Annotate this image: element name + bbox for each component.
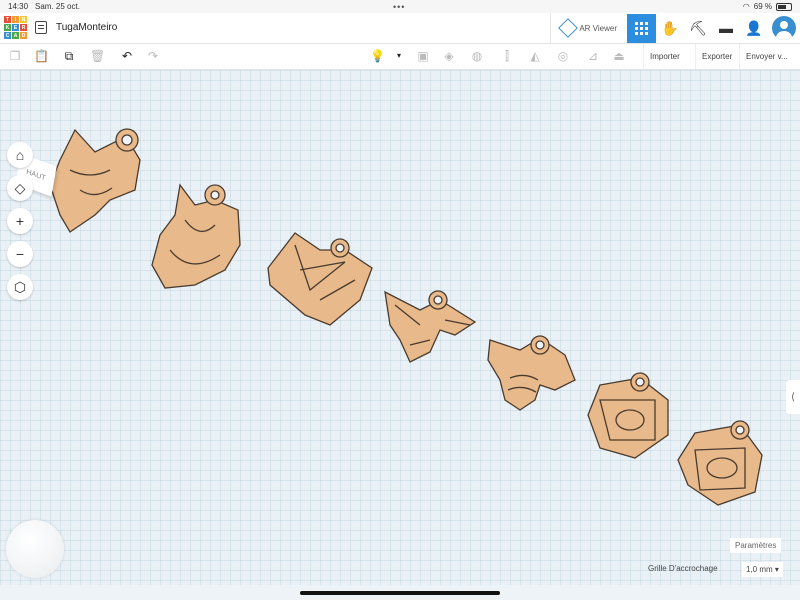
fox-head-keychain[interactable] (49, 128, 141, 233)
duplicate-icon[interactable]: ⧉ (62, 49, 76, 63)
hexagon-bee-keychain[interactable] (587, 372, 669, 459)
codeblocks-button[interactable]: ✋ (656, 13, 684, 43)
bricks-button[interactable]: ▬ (712, 13, 740, 43)
shapes-layer (49, 128, 763, 506)
wifi-icon: ◠ (742, 2, 750, 11)
chevron-left-icon: ⟨ (791, 391, 795, 403)
ar-viewer-label: AR Viewer (579, 23, 617, 33)
avatar[interactable] (772, 16, 796, 40)
status-time: 14:30 (8, 2, 29, 11)
ar-cube-icon (558, 18, 579, 38)
brick-icon: ▬ (719, 20, 733, 36)
minus-icon: − (15, 246, 25, 262)
send-to-button[interactable]: Envoyer v... (739, 44, 794, 69)
cruise-icon[interactable]: ◎ (556, 49, 570, 63)
battery-icon (776, 2, 792, 11)
snap-grid-select[interactable]: 1,0 mm ▾ (742, 562, 783, 577)
copy-icon[interactable]: ❐ (8, 49, 22, 63)
home-indicator[interactable] (300, 591, 500, 595)
logo-letter: E (12, 24, 19, 31)
sim-lab-button[interactable]: ⛏ (684, 13, 712, 43)
add-user-button[interactable]: 👤 (740, 13, 768, 43)
grid-icon (635, 21, 648, 35)
parameters-button[interactable]: Paramètres (730, 538, 782, 553)
logo-letter: T (4, 16, 11, 23)
status-bar: 14:30 Sam. 25 oct. ••• ◠ 69 % (0, 0, 800, 13)
fit-icon: ◇ (14, 179, 26, 196)
top-bar: TIN KER CAD TugaMonteiro AR Viewer ✋ ⛏ ▬ 👤 (0, 13, 800, 44)
pickaxe-icon: ⛏ (689, 19, 707, 36)
export-button[interactable]: Exporter (695, 44, 738, 69)
light-bulb-icon[interactable]: 💡 (370, 49, 385, 63)
logo-letter: K (4, 24, 11, 31)
tinkercad-logo[interactable]: TIN KER CAD (4, 16, 27, 39)
geometric-fox-keychain[interactable] (267, 232, 373, 326)
group-icon[interactable]: ▣ (416, 49, 430, 63)
shapes-panel-toggle[interactable]: ⟨ (786, 380, 800, 414)
logo-letter: C (4, 32, 11, 39)
paste-icon[interactable]: 📋 (34, 49, 49, 63)
logo-letter: I (12, 16, 19, 23)
home-icon: ⌂ (15, 147, 25, 163)
logo-letter: D (20, 32, 27, 39)
zoom-out-button[interactable]: − (7, 241, 33, 267)
status-date: Sam. 25 oct. (35, 2, 80, 11)
notes-dropdown-icon[interactable]: ▾ (392, 49, 406, 63)
logo-letter: R (20, 24, 27, 31)
3d-design-view-button[interactable] (627, 13, 656, 43)
workplane-canvas[interactable]: HAUT ⌂ ◇ + − ⬡ ⟨ (0, 70, 800, 585)
add-user-icon: 👤 (745, 19, 763, 36)
fit-view-button[interactable]: ◇ (7, 175, 33, 201)
hand-icon: ✋ (661, 19, 679, 36)
plus-icon: + (15, 213, 25, 229)
orbit-joystick[interactable] (6, 520, 64, 578)
ar-viewer-button[interactable]: AR Viewer (550, 13, 627, 43)
hole-icon[interactable]: ◍ (470, 49, 484, 63)
battery-percent: 69 % (753, 2, 772, 11)
bee-keychain[interactable] (487, 335, 576, 411)
logo-letter: A (12, 32, 19, 39)
delete-icon[interactable]: 🗑 (90, 49, 105, 63)
home-view-button[interactable]: ⌂ (7, 142, 33, 168)
workplane-icon[interactable]: ⊿ (586, 49, 600, 63)
perspective-button[interactable]: ⬡ (7, 274, 33, 300)
zoom-in-button[interactable]: + (7, 208, 33, 234)
snap-grid-label: Grille D'accrochage (648, 564, 718, 573)
design-menu-icon[interactable] (35, 21, 47, 34)
multitask-dots-icon[interactable]: ••• (393, 2, 405, 12)
edit-toolbar: ❐ 📋 ⧉ 🗑 ↶ ↷ 💡 ▾ ▣ ◈ ◍ ⫿ ◭ ◎ ⊿ ⏏ Importer… (0, 44, 800, 70)
undo-icon[interactable]: ↶ (120, 49, 134, 63)
redo-icon[interactable]: ↷ (146, 49, 160, 63)
ungroup-icon[interactable]: ◈ (442, 49, 456, 63)
align-icon[interactable]: ⫿ (500, 49, 514, 63)
hexagon-bee-keychain-2[interactable] (677, 420, 763, 506)
mirror-icon[interactable]: ◭ (528, 49, 542, 63)
ruler-icon[interactable]: ⏏ (612, 49, 626, 63)
geometric-bee-keychain[interactable] (384, 290, 477, 363)
curled-fox-keychain[interactable] (151, 183, 241, 289)
logo-letter: N (20, 16, 27, 23)
cube-icon: ⬡ (13, 278, 27, 295)
project-title[interactable]: TugaMonteiro (56, 22, 117, 33)
import-button[interactable]: Importer (643, 44, 686, 69)
